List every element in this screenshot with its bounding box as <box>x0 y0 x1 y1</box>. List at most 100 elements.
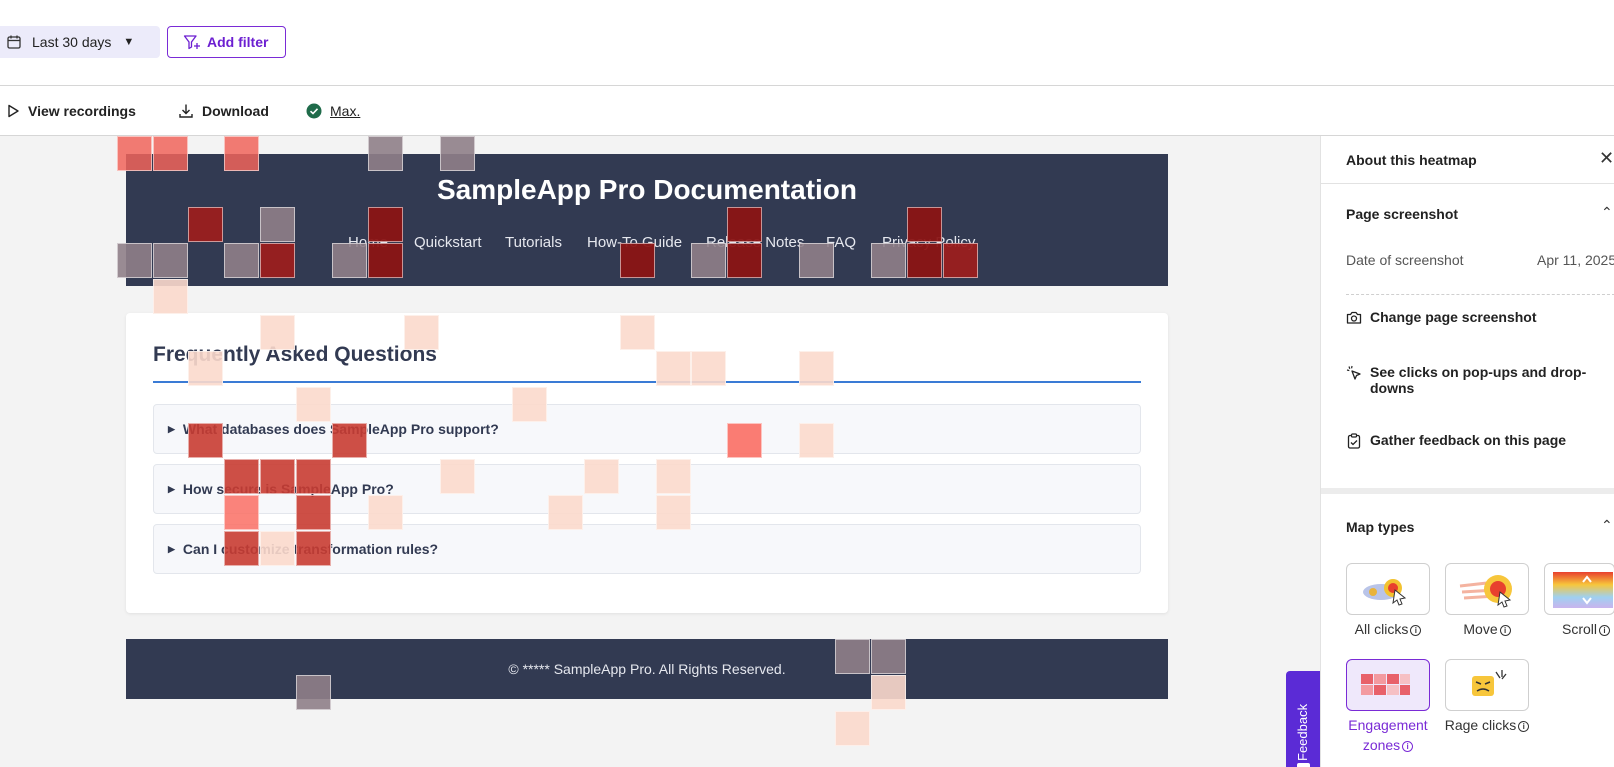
heat-zone <box>907 207 942 242</box>
heat-zone <box>548 495 583 530</box>
heat-zone <box>620 315 655 350</box>
change-screenshot-button[interactable]: Change page screenshot <box>1346 309 1608 325</box>
heat-zone <box>404 315 439 350</box>
map-type-all-clicks[interactable] <box>1346 563 1430 615</box>
heat-zone <box>296 459 331 494</box>
date-range-select[interactable]: Last 30 days ▼ <box>0 26 160 58</box>
gather-feedback-label: Gather feedback on this page <box>1370 432 1567 448</box>
popup-clicks-label: See clicks on pop-ups and drop-downs <box>1370 364 1587 396</box>
heat-zone <box>835 639 870 674</box>
popup-clicks-button[interactable]: See clicks on pop-ups and drop-downs <box>1346 364 1608 396</box>
heat-zone <box>727 243 762 278</box>
heat-zone <box>296 495 331 530</box>
max-link[interactable]: Max. <box>306 86 360 136</box>
site-nav-quickstart[interactable]: Quickstart <box>414 234 482 251</box>
dashed-divider <box>1346 294 1614 295</box>
info-icon: i <box>1518 721 1530 732</box>
page-screenshot-heading[interactable]: Page screenshot <box>1346 206 1458 222</box>
move-heat-icon <box>1459 575 1512 608</box>
heat-zone <box>224 531 259 566</box>
heat-zone <box>368 136 403 171</box>
camera-icon <box>1346 311 1362 324</box>
download-icon <box>179 104 193 118</box>
change-screenshot-label: Change page screenshot <box>1370 309 1537 325</box>
max-label: Max. <box>330 103 361 119</box>
map-type-engagement-zones[interactable] <box>1346 659 1430 711</box>
disclosure-triangle-icon: ▶ <box>168 423 175 434</box>
map-type-rage-clicks[interactable] <box>1445 659 1529 711</box>
view-recordings-button[interactable]: View recordings <box>6 86 136 136</box>
filter-bar: Last 30 days ▼ Add filter <box>0 0 1614 86</box>
add-filter-label: Add filter <box>207 34 269 50</box>
info-icon: i <box>1402 741 1414 752</box>
chevron-up-icon[interactable]: ⌃ <box>1601 204 1613 221</box>
gather-feedback-button[interactable]: Gather feedback on this page <box>1346 432 1608 449</box>
disclosure-triangle-icon: ▶ <box>168 543 175 554</box>
heat-zone <box>907 243 942 278</box>
heat-zone <box>871 639 906 674</box>
panel-header: About this heatmap ✕ <box>1321 136 1614 184</box>
section-divider <box>1321 488 1614 494</box>
heatmap-canvas[interactable]: SampleApp Pro Documentation Home Quickst… <box>0 136 1320 767</box>
heat-zone <box>620 243 655 278</box>
map-type-move[interactable] <box>1445 563 1529 615</box>
add-filter-button[interactable]: Add filter <box>167 26 286 58</box>
heat-zone <box>260 243 295 278</box>
heat-zone <box>117 243 152 278</box>
scroll-heat-icon <box>1553 572 1613 608</box>
heat-zone <box>656 495 691 530</box>
close-icon[interactable]: ✕ <box>1599 148 1614 169</box>
view-recordings-label: View recordings <box>28 103 136 119</box>
heat-zone <box>584 459 619 494</box>
heat-zone <box>440 136 475 171</box>
heat-zone <box>117 136 152 171</box>
chevron-up-icon[interactable]: ⌃ <box>1601 517 1613 534</box>
heat-zone <box>296 387 331 422</box>
site-footer: © ***** SampleApp Pro. All Rights Reserv… <box>126 639 1168 699</box>
map-types-heading[interactable]: Map types <box>1346 519 1414 535</box>
heat-zone <box>799 351 834 386</box>
download-button[interactable]: Download <box>178 86 269 136</box>
heat-zone <box>188 207 223 242</box>
heat-zone <box>224 495 259 530</box>
map-type-label: Move i <box>1439 619 1535 639</box>
info-icon: i <box>1410 625 1422 636</box>
heat-zone <box>368 243 403 278</box>
panel-title: About this heatmap <box>1346 152 1477 168</box>
map-type-label: Scroll i <box>1538 619 1614 639</box>
heat-zone <box>943 243 978 278</box>
filter-plus-icon <box>183 35 200 50</box>
heat-zone <box>368 495 403 530</box>
disclosure-triangle-icon: ▶ <box>168 483 175 494</box>
heat-zone <box>871 675 906 710</box>
site-title: SampleApp Pro Documentation <box>436 174 858 205</box>
heat-zone <box>188 423 223 458</box>
heat-zone <box>153 136 188 171</box>
heatmap-info-panel: About this heatmap ✕ Page screenshot ⌃ D… <box>1320 136 1614 767</box>
screenshot-date-value: Apr 11, 2025 <box>1537 252 1614 268</box>
clipboard-check-icon <box>1347 433 1361 449</box>
heat-zone <box>799 243 834 278</box>
heat-zone <box>224 136 259 171</box>
heat-zone <box>656 459 691 494</box>
info-icon: i <box>1499 625 1511 636</box>
caret-down-icon: ▼ <box>123 36 135 48</box>
feedback-tab-label: Feedback <box>1295 703 1310 761</box>
map-type-scroll[interactable] <box>1544 563 1614 615</box>
footer-text: © ***** SampleApp Pro. All Rights Reserv… <box>508 661 786 677</box>
heat-zone <box>656 351 691 386</box>
heat-zone <box>153 243 188 278</box>
heat-zone <box>691 243 726 278</box>
heat-zone <box>440 459 475 494</box>
heat-zone <box>332 243 367 278</box>
heat-zone <box>188 351 223 386</box>
heat-zone <box>224 459 259 494</box>
heat-zone <box>260 315 295 350</box>
screenshot-date-label: Date of screenshot <box>1346 252 1464 268</box>
rage-clicks-icon <box>1472 670 1507 696</box>
engagement-zones-icon <box>1361 674 1410 695</box>
feedback-tab[interactable]: Feedback <box>1286 671 1320 767</box>
click-heat-icon <box>1363 579 1407 606</box>
site-nav-tutorials[interactable]: Tutorials <box>505 234 562 251</box>
heat-zone <box>727 207 762 242</box>
